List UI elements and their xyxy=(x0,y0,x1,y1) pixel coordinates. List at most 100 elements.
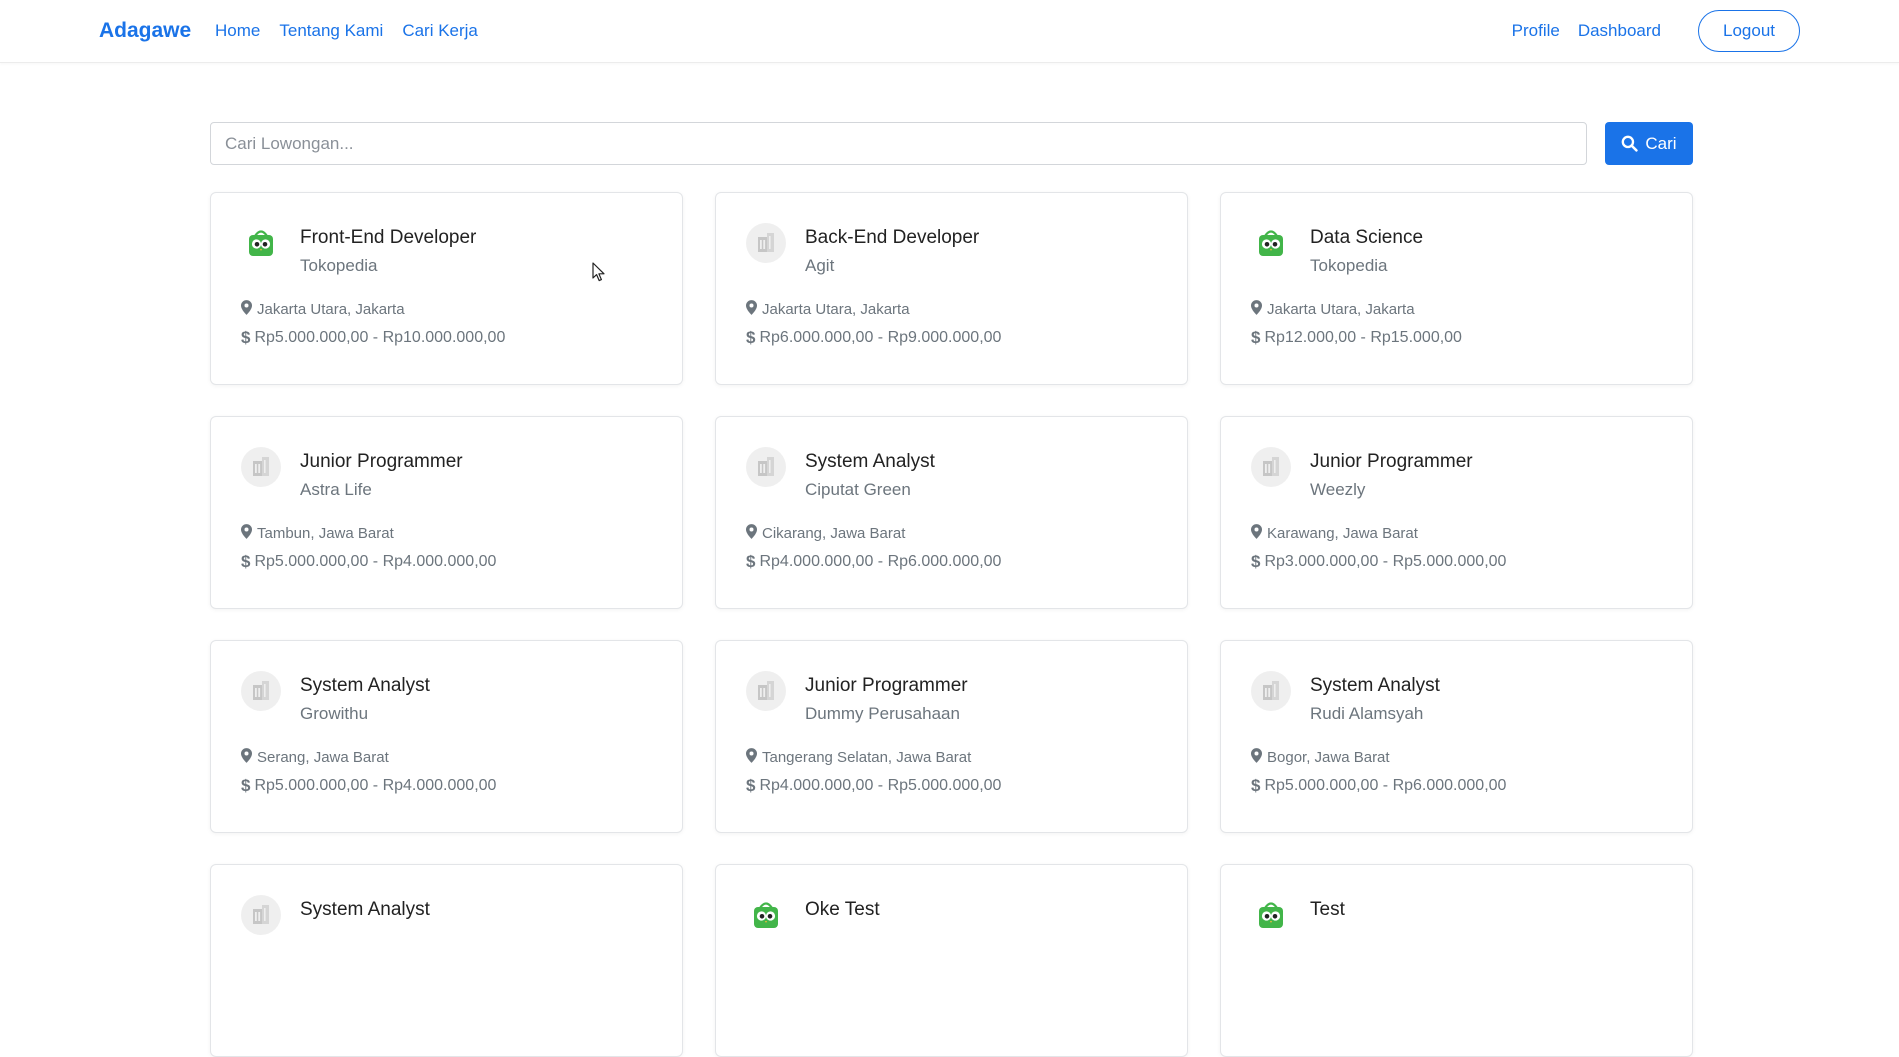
location-text: Jakarta Utara, Jakarta xyxy=(1267,301,1415,318)
nav-link-profile[interactable]: Profile xyxy=(1512,21,1560,41)
job-title[interactable]: System Analyst xyxy=(300,675,430,697)
job-title[interactable]: Junior Programmer xyxy=(300,451,463,473)
job-title[interactable]: Data Science xyxy=(1310,227,1423,249)
tokopedia-logo-icon xyxy=(746,895,786,935)
job-salary: $ Rp5.000.000,00 - Rp6.000.000,00 xyxy=(1251,776,1506,796)
job-salary: $ Rp4.000.000,00 - Rp6.000.000,00 xyxy=(746,552,1001,572)
job-card[interactable]: Junior Programmer Weezly Karawang, Jawa Ba… xyxy=(1220,416,1693,609)
map-marker-icon xyxy=(241,524,252,543)
job-title[interactable]: Front-End Developer xyxy=(300,227,476,249)
job-card[interactable]: Junior Programmer Astra Life Tambun, Jawa … xyxy=(210,416,683,609)
location-text: Bogor, Jawa Barat xyxy=(1267,749,1390,766)
job-location: Serang, Jawa Barat xyxy=(241,748,389,767)
logout-button[interactable]: Logout xyxy=(1698,10,1800,52)
salary-text: Rp12.000,00 - Rp15.000,00 xyxy=(1264,329,1462,346)
company-name: Astra Life xyxy=(300,480,372,499)
building-icon xyxy=(746,671,786,711)
tokopedia-logo-icon xyxy=(241,223,281,263)
dollar-icon: $ xyxy=(1251,552,1261,571)
search-button-label: Cari xyxy=(1645,133,1677,153)
job-salary: $ Rp4.000.000,00 - Rp5.000.000,00 xyxy=(746,776,1001,796)
company-name: Weezly xyxy=(1310,480,1366,499)
salary-text: Rp5.000.000,00 - Rp10.000.000,00 xyxy=(254,329,506,346)
job-list: Front-End Developer Tokopedia Jakarta Utar… xyxy=(210,192,1693,1057)
map-marker-icon xyxy=(1251,748,1262,767)
map-marker-icon xyxy=(746,300,757,319)
job-salary: $ Rp5.000.000,00 - Rp4.000.000,00 xyxy=(241,776,496,796)
job-title[interactable]: Junior Programmer xyxy=(805,675,968,697)
building-icon xyxy=(241,671,281,711)
job-location: Jakarta Utara, Jakarta xyxy=(746,300,910,319)
map-marker-icon xyxy=(1251,300,1262,319)
job-card[interactable]: Back-End Developer Agit Jakarta Utara, Jak… xyxy=(715,192,1188,385)
dollar-icon: $ xyxy=(241,328,251,347)
dollar-icon: $ xyxy=(241,552,251,571)
salary-text: Rp3.000.000,00 - Rp5.000.000,00 xyxy=(1264,553,1507,570)
job-card[interactable]: Test xyxy=(1220,864,1693,1057)
job-card[interactable]: System Analyst xyxy=(210,864,683,1057)
dollar-icon: $ xyxy=(746,552,756,571)
job-title[interactable]: System Analyst xyxy=(805,451,935,473)
search-button[interactable]: Cari xyxy=(1605,122,1693,165)
job-location: Jakarta Utara, Jakarta xyxy=(241,300,405,319)
job-salary: $ Rp5.000.000,00 - Rp10.000.000,00 xyxy=(241,328,505,348)
location-text: Jakarta Utara, Jakarta xyxy=(257,301,405,318)
map-marker-icon xyxy=(1251,524,1262,543)
job-title[interactable]: Test xyxy=(1310,899,1345,921)
building-icon xyxy=(746,223,786,263)
search-bar: Cari xyxy=(210,122,1693,166)
location-text: Tangerang Selatan, Jawa Barat xyxy=(762,749,972,766)
job-card[interactable]: System Analyst Rudi Alamsyah Bogor, Jawa B… xyxy=(1220,640,1693,833)
map-marker-icon xyxy=(241,748,252,767)
job-card[interactable]: Oke Test xyxy=(715,864,1188,1057)
job-location: Jakarta Utara, Jakarta xyxy=(1251,300,1415,319)
job-card[interactable]: Data Science Tokopedia Jakarta Utara, Jaka… xyxy=(1220,192,1693,385)
location-text: Jakarta Utara, Jakarta xyxy=(762,301,910,318)
job-title[interactable]: System Analyst xyxy=(1310,675,1440,697)
search-input[interactable] xyxy=(210,122,1587,165)
job-card[interactable]: Front-End Developer Tokopedia Jakarta Utar… xyxy=(210,192,683,385)
salary-text: Rp5.000.000,00 - Rp4.000.000,00 xyxy=(254,777,497,794)
location-text: Serang, Jawa Barat xyxy=(257,749,389,766)
nav-link-home[interactable]: Home xyxy=(215,21,260,41)
nav-link-tentang-kami[interactable]: Tentang Kami xyxy=(279,21,383,41)
dollar-icon: $ xyxy=(746,776,756,795)
job-location: Tangerang Selatan, Jawa Barat xyxy=(746,748,971,767)
location-text: Cikarang, Jawa Barat xyxy=(762,525,906,542)
job-salary: $ Rp6.000.000,00 - Rp9.000.000,00 xyxy=(746,328,1001,348)
dollar-icon: $ xyxy=(241,776,251,795)
map-marker-icon xyxy=(241,300,252,319)
nav-link-cari-kerja[interactable]: Cari Kerja xyxy=(402,21,478,41)
mouse-cursor-icon xyxy=(592,262,605,282)
job-location: Cikarang, Jawa Barat xyxy=(746,524,905,543)
job-title[interactable]: System Analyst xyxy=(300,899,430,921)
company-name: Ciputat Green xyxy=(805,480,911,499)
search-icon xyxy=(1622,135,1639,152)
nav-link-dashboard[interactable]: Dashboard xyxy=(1578,21,1661,41)
job-card[interactable]: Junior Programmer Dummy Perusahaan Tangera… xyxy=(715,640,1188,833)
salary-text: Rp5.000.000,00 - Rp4.000.000,00 xyxy=(254,553,497,570)
company-name: Agit xyxy=(805,256,835,275)
nav-links: Home Tentang Kami Cari Kerja xyxy=(215,21,478,41)
brand-logo-link[interactable]: Adagawe xyxy=(99,19,191,43)
job-card[interactable]: System Analyst Growithu Serang, Jawa Barat… xyxy=(210,640,683,833)
company-name: Tokopedia xyxy=(300,256,378,275)
job-card[interactable]: System Analyst Ciputat Green Cikarang, Jaw… xyxy=(715,416,1188,609)
building-icon xyxy=(1251,671,1291,711)
dollar-icon: $ xyxy=(746,328,756,347)
map-marker-icon xyxy=(746,748,757,767)
building-icon xyxy=(746,447,786,487)
dollar-icon: $ xyxy=(1251,328,1261,347)
location-text: Tambun, Jawa Barat xyxy=(257,525,394,542)
map-marker-icon xyxy=(746,524,757,543)
job-title[interactable]: Oke Test xyxy=(805,899,880,921)
salary-text: Rp4.000.000,00 - Rp5.000.000,00 xyxy=(759,777,1002,794)
location-text: Karawang, Jawa Barat xyxy=(1267,525,1418,542)
job-location: Karawang, Jawa Barat xyxy=(1251,524,1418,543)
job-salary: $ Rp3.000.000,00 - Rp5.000.000,00 xyxy=(1251,552,1506,572)
job-title[interactable]: Junior Programmer xyxy=(1310,451,1473,473)
job-title[interactable]: Back-End Developer xyxy=(805,227,979,249)
salary-text: Rp4.000.000,00 - Rp6.000.000,00 xyxy=(759,553,1002,570)
company-name: Dummy Perusahaan xyxy=(805,704,960,723)
building-icon xyxy=(241,895,281,935)
